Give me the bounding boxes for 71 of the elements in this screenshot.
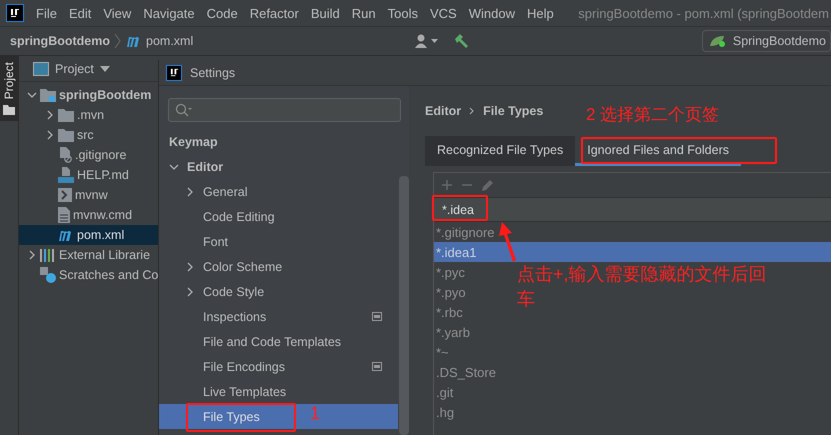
app-logo-icon — [166, 64, 182, 80]
pattern-row[interactable]: *.pyc — [434, 262, 466, 282]
tab[interactable]: Ignored Files and Folders — [575, 136, 741, 166]
run-configuration[interactable]: SpringBootdemo — [702, 30, 831, 52]
panel-title[interactable]: Project — [55, 62, 94, 76]
pattern-row[interactable]: *.gitignore — [434, 222, 496, 242]
add-icon[interactable] — [442, 180, 452, 190]
highlight-frame — [432, 195, 488, 221]
breadcrumb-item[interactable]: pom.xml — [146, 34, 194, 48]
scratches-icon — [40, 267, 56, 283]
dialog-title: Settings — [190, 66, 236, 80]
ignored-file-icon — [58, 147, 72, 163]
edit-pencil-icon[interactable] — [482, 179, 494, 191]
pattern-input-field[interactable]: *.idea — [434, 198, 831, 222]
app-logo-icon — [6, 4, 24, 22]
hammer-icon[interactable] — [452, 33, 469, 49]
pattern-row[interactable]: *.rbc — [434, 302, 464, 322]
menu-item[interactable]: Code — [200, 6, 244, 20]
annotation-label: 2 选择第二个页签 — [586, 104, 720, 126]
menu-item[interactable]: Help — [520, 6, 560, 20]
text-file-icon — [58, 207, 70, 223]
user-icon[interactable] — [414, 34, 439, 48]
script-file-icon — [58, 188, 72, 202]
breadcrumb-item: File Types — [483, 104, 544, 118]
breadcrumb-item: Editor — [425, 104, 462, 118]
project-view-icon — [33, 62, 49, 76]
annotation-arrow — [499, 222, 517, 262]
annotation-label: 1 — [310, 402, 320, 424]
menu-item[interactable]: File — [30, 6, 63, 20]
tab[interactable]: Recognized File Types — [425, 136, 576, 166]
tree-item[interactable]: springBootdem — [19, 85, 169, 105]
pattern-row[interactable]: *~ — [434, 342, 450, 362]
menu-item[interactable]: Edit — [62, 6, 98, 20]
folder-icon — [3, 105, 15, 116]
menu-item[interactable]: Build — [304, 6, 346, 20]
libraries-icon — [40, 248, 56, 262]
annotation-note: 点击+,输入需要隐藏的文件后回车 — [517, 263, 767, 311]
maven-file-icon — [126, 35, 142, 47]
menu-item[interactable]: Window — [462, 6, 521, 20]
pattern-row[interactable]: .DS_Store — [434, 362, 497, 382]
search-field[interactable] — [168, 98, 401, 122]
pattern-row[interactable]: *.idea1 — [434, 242, 831, 262]
settings-item[interactable]: File and Code Templates — [159, 329, 398, 354]
settings-item[interactable]: File Encodings — [159, 354, 398, 379]
pattern-row[interactable]: .hg — [434, 402, 456, 422]
maven-file-icon — [58, 229, 74, 241]
settings-item[interactable]: Live Templates — [159, 379, 398, 404]
spring-leaf-icon — [708, 34, 727, 48]
tree-item[interactable]: .mvn — [19, 105, 169, 125]
pattern-row[interactable]: *.yarb — [434, 322, 471, 342]
menu-item[interactable]: Refactor — [244, 6, 305, 20]
pattern-row[interactable]: *.pyo — [434, 282, 467, 302]
separator-icon — [114, 33, 122, 49]
search-icon — [175, 103, 193, 117]
settings-item[interactable]: Inspections — [159, 304, 398, 329]
separator-icon — [469, 107, 476, 115]
scrollbar[interactable] — [399, 176, 409, 435]
module-folder-icon — [40, 88, 56, 102]
markdown-file-icon — [58, 167, 74, 183]
pattern-row[interactable]: .git — [434, 382, 454, 402]
dropdown-caret-icon[interactable] — [100, 66, 110, 72]
menu-item[interactable]: Run — [346, 6, 382, 20]
breadcrumb-item[interactable]: springBootdemo — [10, 34, 110, 48]
folder-icon — [58, 128, 74, 142]
window-title: springBootdemo - pom.xml (springBootdem — [578, 6, 830, 20]
menu-item[interactable]: VCS — [424, 6, 463, 20]
project-tool-tab[interactable]: Project — [0, 56, 18, 122]
menu-item[interactable]: Tools — [382, 6, 424, 20]
folder-icon — [58, 108, 74, 122]
menu-item[interactable]: Navigate — [137, 6, 201, 20]
menu-item[interactable]: View — [97, 6, 138, 20]
